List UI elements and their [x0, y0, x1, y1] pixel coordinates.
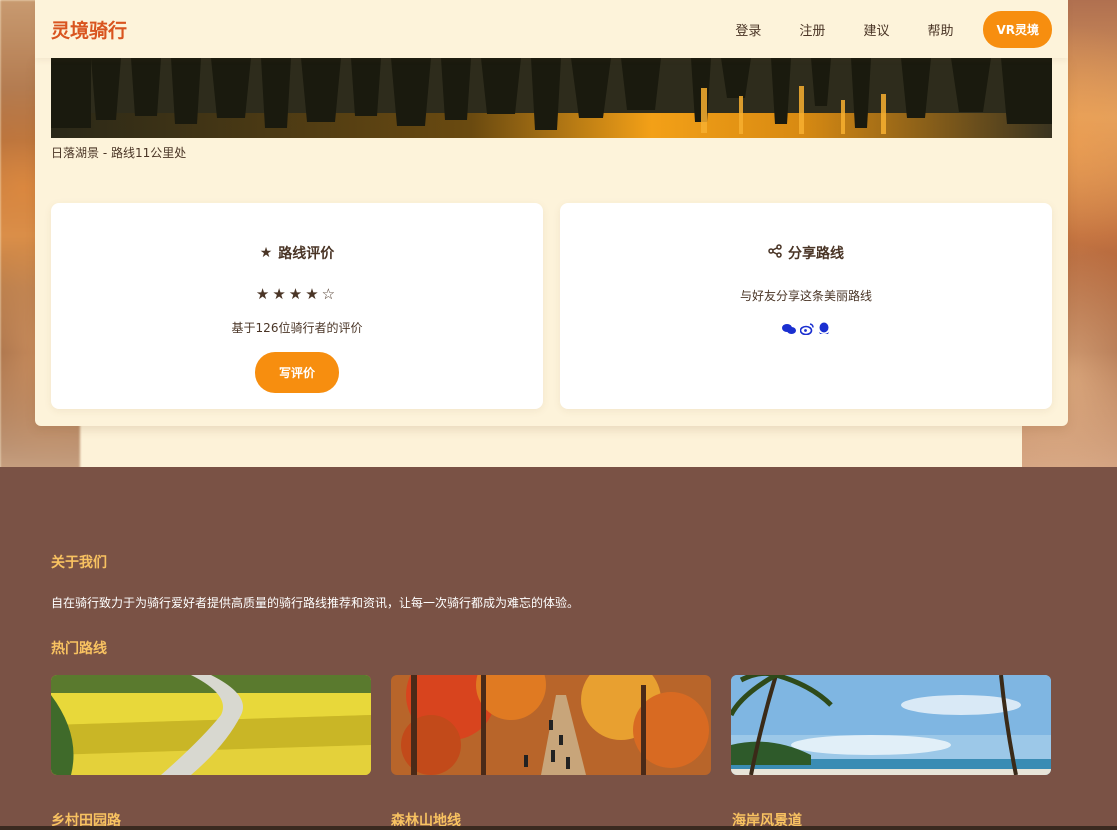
wechat-icon[interactable]: [782, 320, 796, 339]
about-text: 自在骑行致力于为骑行爱好者提供高质量的骑行路线推荐和资讯，让每一次骑行都成为难忘…: [51, 596, 580, 610]
rating-summary: 基于126位骑行者的评价: [231, 321, 363, 335]
rating-stars: ★★★★☆: [255, 285, 339, 303]
share-card: 分享路线 与好友分享这条美丽路线: [560, 203, 1052, 409]
image-caption: 日落湖景 - 路线11公里处: [51, 146, 187, 160]
rating-card: ★ 路线评价 ★★★★☆ 基于126位骑行者的评价 写评价: [51, 203, 543, 409]
share-icons: [560, 320, 1052, 339]
share-description: 与好友分享这条美丽路线: [739, 289, 872, 303]
route-card-rural[interactable]: [51, 675, 371, 775]
navbar: 灵境骑行 登录 注册 建议 帮助 VR灵境: [35, 0, 1068, 58]
lake-scene: [51, 58, 1052, 138]
bottom-bar: [0, 826, 1117, 830]
share-title-text: 分享路线: [788, 246, 844, 262]
footer: 关于我们 自在骑行致力于为骑行爱好者提供高质量的骑行路线推荐和资讯，让每一次骑行…: [0, 467, 1117, 830]
share-icon: [768, 244, 782, 262]
nav-help-link[interactable]: 帮助: [927, 20, 953, 39]
write-review-button[interactable]: 写评价: [254, 352, 339, 393]
vr-button[interactable]: VR灵境: [983, 10, 1052, 48]
route-card-forest[interactable]: [391, 675, 711, 775]
about-title: 关于我们: [51, 555, 107, 571]
route-card-coast[interactable]: [731, 675, 1051, 775]
nav-suggest-link[interactable]: 建议: [863, 20, 889, 39]
qq-icon[interactable]: [818, 320, 830, 339]
nav-register-link[interactable]: 注册: [799, 20, 825, 39]
rating-card-title: ★ 路线评价: [51, 243, 543, 263]
brand-logo[interactable]: 灵境骑行: [51, 16, 127, 43]
forest-trail-image: [391, 675, 711, 775]
nav-login-link[interactable]: 登录: [735, 20, 761, 39]
coastal-road-image: [731, 675, 1051, 775]
rural-fields-image: [51, 675, 371, 775]
nav-links: 登录 注册 建议 帮助 VR灵境: [697, 10, 1052, 48]
star-icon: ★: [259, 245, 273, 261]
weibo-icon[interactable]: [799, 320, 814, 339]
share-card-title: 分享路线: [560, 243, 1052, 263]
rating-title-text: 路线评价: [278, 246, 335, 262]
hot-routes-title: 热门路线: [51, 641, 107, 657]
main-panel: 日落湖景 - 路线11公里处 ★ 路线评价 ★★★★☆ 基于126位骑行者的评价…: [35, 58, 1068, 426]
sunset-lake-image: [51, 58, 1052, 138]
